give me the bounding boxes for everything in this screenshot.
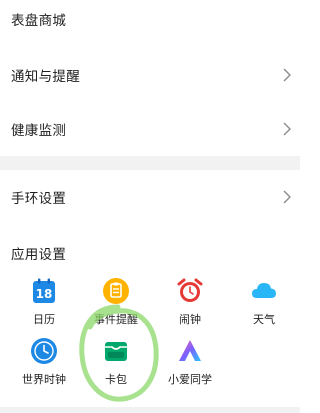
- app-event-reminder[interactable]: 事件提醒: [81, 277, 151, 327]
- chevron-right-icon: [283, 122, 291, 136]
- calendar-icon: 18: [33, 278, 55, 303]
- app-weather[interactable]: 天气: [229, 277, 299, 327]
- wallet-icon: [105, 342, 127, 361]
- apps-section-title: 应用设置: [11, 247, 67, 263]
- menu-item-band-settings[interactable]: 手环设置: [0, 178, 300, 216]
- clock-icon: [31, 338, 57, 364]
- calendar-day-number: 18: [36, 287, 53, 301]
- app-label: 小爱同学: [168, 373, 212, 386]
- app-xiaoai[interactable]: 小爱同学: [155, 337, 225, 387]
- menu-item-label: 手环设置: [11, 191, 67, 207]
- section-divider: [0, 156, 300, 170]
- chevron-right-icon: [283, 190, 291, 204]
- app-label: 世界时钟: [22, 373, 66, 386]
- chevron-right-icon: [283, 68, 291, 82]
- app-label: 日历: [33, 313, 55, 326]
- menu-item-health-monitor[interactable]: 健康监测: [0, 110, 300, 148]
- app-calendar[interactable]: 18 日历: [9, 277, 79, 327]
- app-label: 天气: [253, 313, 275, 326]
- bottom-divider: [0, 407, 300, 413]
- menu-item-watchface-store[interactable]: 表盘商城: [0, 0, 300, 38]
- menu-item-label: 表盘商城: [11, 13, 67, 29]
- app-label: 闹钟: [179, 313, 201, 326]
- app-label: 事件提醒: [94, 313, 138, 326]
- xiaoai-icon: [179, 340, 201, 361]
- app-alarm[interactable]: 闹钟: [155, 277, 225, 327]
- cloud-icon: [252, 283, 276, 298]
- menu-item-notifications[interactable]: 通知与提醒: [0, 56, 300, 94]
- app-card-wallet[interactable]: 卡包: [81, 337, 151, 387]
- menu-item-label: 通知与提醒: [11, 69, 80, 85]
- clipboard-icon: [103, 278, 129, 304]
- app-grid: 18 日历 事件提醒 闹钟 天气 世界时钟 卡包 小爱同学: [0, 277, 300, 387]
- menu-item-label: 健康监测: [11, 123, 67, 139]
- app-world-clock[interactable]: 世界时钟: [9, 337, 79, 387]
- alarm-clock-icon: [177, 278, 203, 302]
- app-label: 卡包: [105, 373, 127, 386]
